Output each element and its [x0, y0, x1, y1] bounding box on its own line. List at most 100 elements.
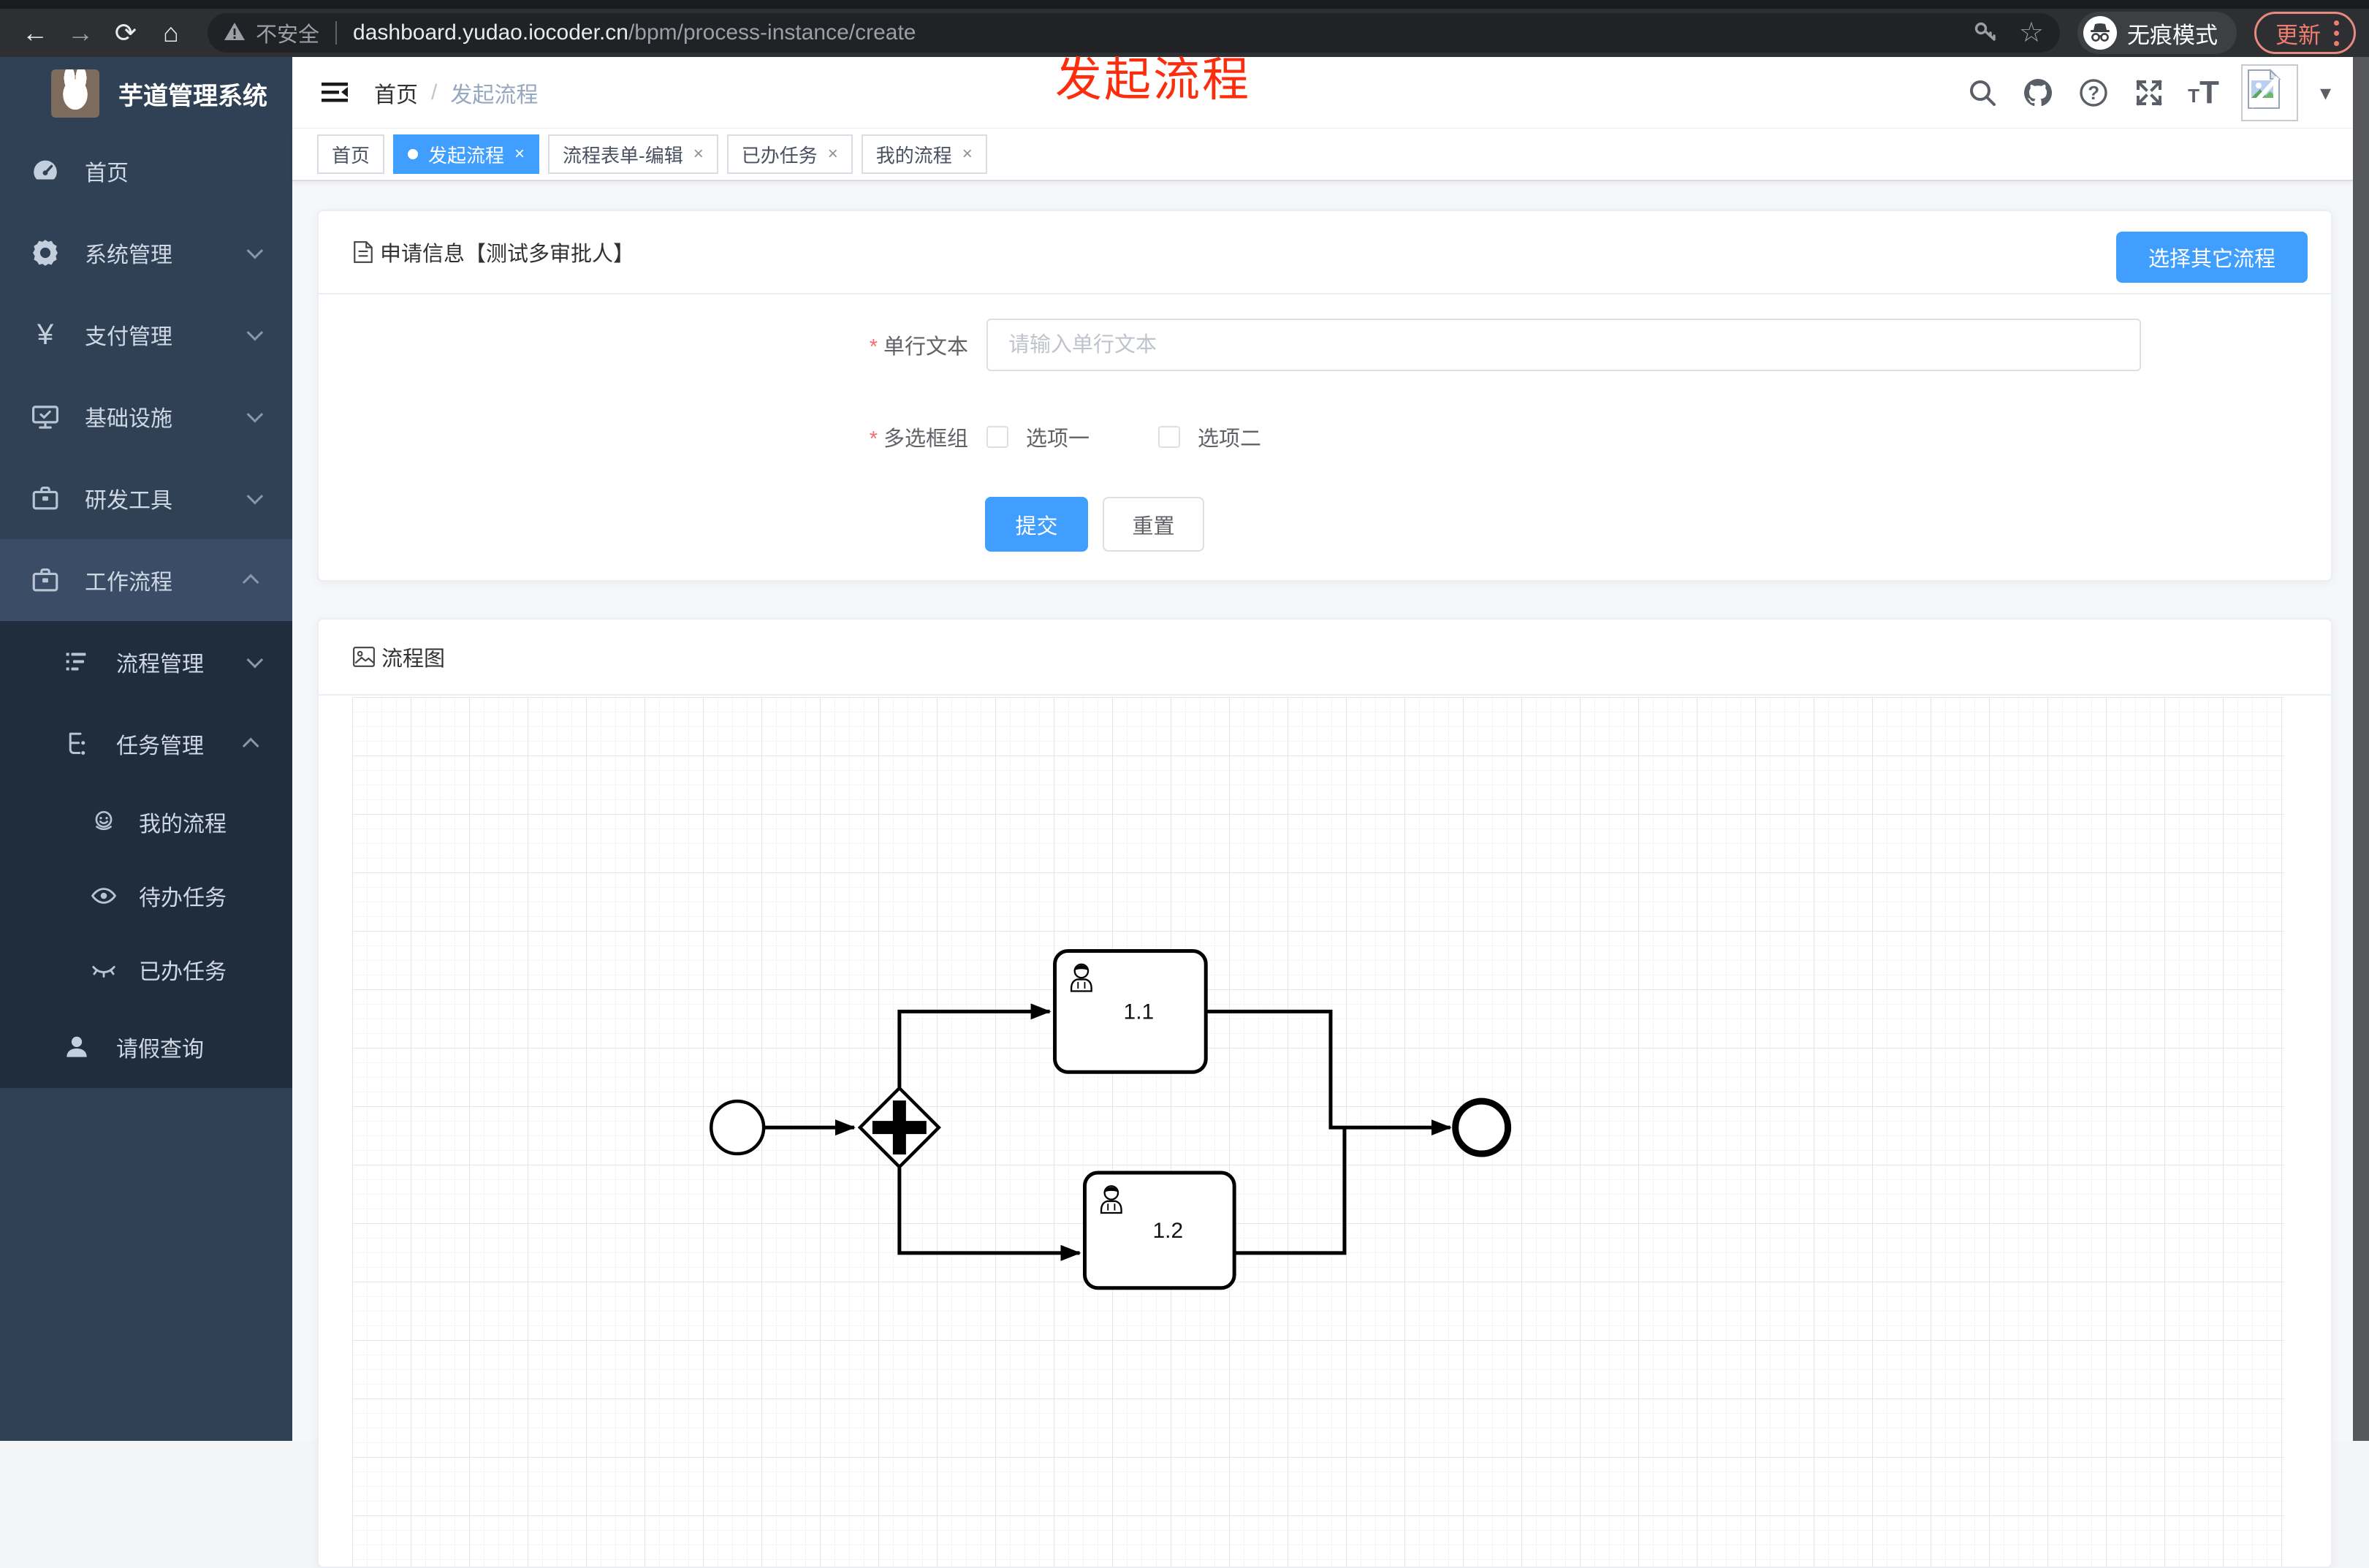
tag-home[interactable]: 首页 [317, 134, 385, 174]
checkbox-option1[interactable] [986, 426, 1008, 448]
main-area: 首页 / 发起流程 ? TT ▾ 首页 发起流程 × 流程表单-编辑 × 已办任… [292, 57, 2353, 1568]
url-text[interactable]: dashboard.yudao.iocoder.cn/bpm/process-i… [353, 20, 1962, 45]
checkbox-group-row: * 多选框组 选项一 选项二 [319, 411, 2331, 463]
sidebar-item-devtools[interactable]: 研发工具 [0, 457, 292, 539]
close-icon[interactable]: × [514, 145, 525, 163]
start-event [710, 1099, 766, 1156]
breadcrumb-separator: / [431, 80, 438, 104]
sidebar-item-workflow[interactable]: 工作流程 [0, 539, 292, 621]
not-secure-warning-icon [224, 21, 246, 45]
sidebar-item-label: 任务管理 [116, 734, 204, 758]
back-icon[interactable]: ← [16, 14, 54, 52]
avatar-caret-icon[interactable]: ▾ [2320, 80, 2331, 106]
fullscreen-icon[interactable] [2132, 76, 2166, 110]
sidebar-item-my-process[interactable]: 我的流程 [0, 785, 292, 859]
sidebar-logo-row[interactable]: 芋道管理系统 [0, 57, 292, 130]
navbar-actions: ? TT ▾ [1966, 57, 2331, 129]
yen-icon: ¥ [37, 318, 54, 351]
help-icon[interactable]: ? [2077, 76, 2110, 110]
flow-tree-icon [61, 728, 93, 760]
page-content: 申请信息【测试多审批人】 选择其它流程 *单行文本 *多选框组 选项一 [292, 181, 2353, 1568]
sidebar-item-infrastructure[interactable]: 基础设施 [0, 376, 292, 457]
search-icon[interactable] [1966, 76, 1999, 110]
update-label: 更新 [2275, 22, 2321, 48]
reload-icon[interactable]: ⟳ [107, 14, 145, 52]
top-navbar: 首页 / 发起流程 ? TT ▾ [292, 57, 2353, 129]
workflow-submenu: 流程管理 任务管理 我的流程 待办任务 已办任务 请假查询 [0, 621, 292, 1088]
font-size-small-glyph: T [2188, 85, 2200, 107]
bpmn-canvas[interactable]: 1.1 1.2 [352, 697, 2284, 1567]
browser-update-button[interactable]: 更新 [2254, 12, 2356, 54]
checkbox-option2[interactable] [1158, 426, 1181, 448]
app-logo-image [51, 69, 99, 118]
tag-create-process[interactable]: 发起流程 × [393, 134, 540, 174]
tag-my-process[interactable]: 我的流程 × [861, 134, 987, 174]
user-icon [61, 1031, 93, 1063]
incognito-icon [2083, 16, 2117, 50]
close-icon[interactable]: × [693, 145, 704, 163]
sidebar-item-leave-query[interactable]: 请假查询 [0, 1006, 292, 1088]
single-line-text-input[interactable] [986, 319, 2141, 371]
github-icon[interactable] [2021, 76, 2055, 110]
forward-icon[interactable]: → [61, 14, 99, 52]
url-host: dashboard.yudao.iocoder.cn [353, 20, 628, 45]
avatar[interactable] [2240, 64, 2298, 121]
sidebar-item-todo-tasks[interactable]: 待办任务 [0, 859, 292, 932]
sidebar-item-label: 已办任务 [139, 959, 227, 984]
text-field-label: * 单行文本 [869, 335, 968, 359]
tag-label: 我的流程 [875, 144, 952, 167]
sidebar-item-payment[interactable]: ¥ 支付管理 [0, 294, 292, 376]
tag-done-tasks[interactable]: 已办任务 × [726, 134, 853, 174]
close-icon[interactable]: × [962, 145, 973, 163]
tag-label: 发起流程 [428, 144, 505, 167]
list-icon [61, 646, 93, 678]
sidebar-item-process-management[interactable]: 流程管理 [0, 621, 292, 703]
bookmark-star-icon[interactable]: ☆ [2019, 19, 2044, 47]
sidebar-collapse-icon[interactable] [319, 77, 351, 109]
sidebar-item-system[interactable]: 系统管理 [0, 212, 292, 294]
broken-image-icon [2247, 69, 2281, 109]
monitor-icon [29, 400, 61, 433]
sidebar: 芋道管理系统 首页 系统管理 ¥ 支付管理 基础设施 研发工具 工作流程 流程管… [0, 57, 292, 1441]
page-scrollbar[interactable] [2353, 57, 2369, 1441]
edge-task1-to-end [1206, 1009, 1452, 1136]
tag-form-edit[interactable]: 流程表单-编辑 × [548, 134, 718, 174]
briefcase-icon [29, 482, 61, 514]
checkbox-option2-label[interactable]: 选项二 [1198, 422, 1261, 452]
active-dot-icon [408, 149, 419, 159]
apply-info-card-header: 申请信息【测试多审批人】 选择其它流程 [319, 211, 2331, 294]
breadcrumb-home[interactable]: 首页 [374, 77, 418, 109]
sidebar-item-done-tasks[interactable]: 已办任务 [0, 932, 292, 1006]
required-mark: * [869, 335, 878, 359]
checkbox-option1-label[interactable]: 选项一 [1026, 422, 1090, 452]
chevron-down-icon [246, 242, 264, 259]
sidebar-item-label: 支付管理 [85, 325, 172, 349]
edge-gateway-to-task2 [897, 1168, 1081, 1261]
reset-button[interactable]: 重置 [1103, 497, 1204, 552]
sidebar-item-label: 基础设施 [85, 407, 172, 431]
sidebar-item-label: 待办任务 [139, 886, 227, 910]
chevron-up-icon [242, 737, 259, 755]
document-icon [354, 241, 373, 263]
browser-menu-icon[interactable] [2334, 20, 2339, 46]
form-actions-row: 提交 重置 [319, 497, 2331, 552]
key-icon[interactable] [1972, 18, 2000, 49]
sidebar-item-task-management[interactable]: 任务管理 [0, 703, 292, 785]
choose-other-process-button[interactable]: 选择其它流程 [2115, 232, 2308, 283]
gear-icon [29, 237, 61, 269]
font-size-icon[interactable]: TT [2188, 75, 2219, 111]
sidebar-item-home[interactable]: 首页 [0, 130, 292, 212]
task-1-1-label: 1.1 [1124, 1000, 1155, 1024]
briefcase-icon [29, 564, 61, 596]
card-title-text: 流程图 [381, 647, 446, 671]
sidebar-item-label: 研发工具 [85, 489, 172, 513]
home-icon[interactable]: ⌂ [152, 14, 190, 52]
eye-closed-icon [88, 954, 120, 986]
eye-open-icon [88, 880, 120, 912]
submit-button[interactable]: 提交 [985, 497, 1088, 552]
sidebar-item-label: 请假查询 [116, 1038, 204, 1062]
chevron-up-icon [242, 574, 259, 591]
security-label[interactable]: 不安全 [256, 18, 319, 48]
close-icon[interactable]: × [828, 145, 838, 163]
tags-view-bar: 首页 发起流程 × 流程表单-编辑 × 已办任务 × 我的流程 × [292, 129, 2353, 181]
